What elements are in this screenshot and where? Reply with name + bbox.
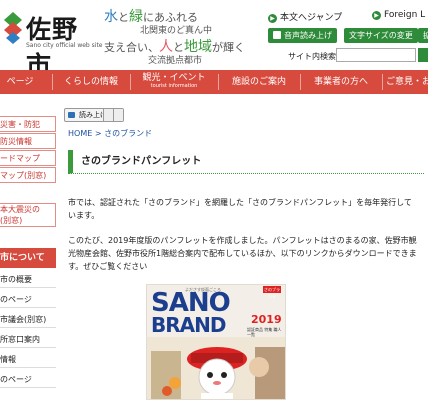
sidebar-item-council[interactable]: 市議会(別窓): [0, 312, 56, 328]
nav-item-facilities[interactable]: 施設のご案内: [222, 70, 296, 94]
main-content: 読み上げる HOME > さのブランド さのブランドパンフレット 市では、認証さ…: [64, 104, 428, 400]
foreign-language-link[interactable]: ▶ Foreign L: [372, 10, 425, 20]
nav-separator: [382, 74, 383, 90]
cover-meta: 認証商品 特集 職人 一覧: [247, 327, 282, 337]
sanomaru-mascot-illustration: [147, 337, 285, 399]
details-paragraph: このたび、2019年度版のパンフレットを作成しました。パンフレットはさのまるの家…: [68, 236, 417, 271]
cover-title-brand: BRAND: [151, 313, 226, 337]
cover-year: 2019: [251, 313, 282, 326]
pause-icon[interactable]: [103, 109, 113, 121]
breadcrumb-separator: >: [94, 129, 102, 138]
city-slogan: 水と緑にあふれる 北関東のど真ん中 支え合い、人と地域が輝く 交流拠点都市: [104, 9, 245, 66]
brochure-cover-image[interactable]: よださす仮面ごころ さのブランド SANO BRAND 2019 認証商品 特集…: [146, 284, 286, 400]
skip-to-content-link[interactable]: ▶ 本文へジャンプ: [268, 10, 342, 23]
logo-subtitle: Sano city official web site: [26, 42, 103, 49]
site-search-input[interactable]: [336, 48, 416, 62]
nav-separator: [52, 74, 53, 90]
arrow-right-icon: ▶: [372, 11, 381, 20]
sidebar-item-counter-guide[interactable]: 所窓口案内: [0, 332, 56, 348]
sidebar: 災害・防犯 防災情報 ードマップ マップ(別窓) 本大震災の (別窓) 市につい…: [0, 100, 56, 400]
sidebar-item-map-window[interactable]: マップ(別窓): [0, 167, 56, 183]
nav-separator: [300, 74, 301, 90]
nav-separator: [130, 74, 131, 90]
sidebar-item-page[interactable]: のページ: [0, 372, 56, 388]
nav-item-tourism[interactable]: 観光・イベント tourist information: [134, 70, 214, 94]
nav-item-business[interactable]: 事業者の方へ: [304, 70, 378, 94]
sidebar-item-earthquake[interactable]: 本大震災の (別窓): [0, 203, 56, 227]
arrow-right-icon: ▶: [268, 14, 277, 23]
breadcrumb-home[interactable]: HOME: [68, 129, 92, 138]
global-nav: ページ くらしの情報 観光・イベント tourist information 施設…: [0, 70, 428, 94]
speaker-icon: [68, 112, 75, 118]
sidebar-item-info[interactable]: 情報: [0, 352, 56, 368]
sidebar-item-bousai[interactable]: 防災情報: [0, 133, 56, 149]
search-button[interactable]: [418, 48, 428, 62]
sidebar-item-disaster[interactable]: 災害・防犯: [0, 116, 56, 132]
sidebar-heading: 市について: [0, 248, 56, 268]
nav-separator: [218, 74, 219, 90]
intro-paragraph: 市では、認証された「さのブランド」を網羅した「さのブランドパンフレット」を毎年発…: [68, 198, 412, 220]
read-aloud-button[interactable]: 読み上げる: [64, 108, 124, 122]
city-emblem-icon: [4, 12, 22, 44]
voice-reading-button[interactable]: 音声読み上げ: [268, 28, 337, 43]
nav-item-living[interactable]: くらしの情報: [56, 70, 126, 94]
stop-icon[interactable]: [113, 109, 123, 121]
nav-item-top[interactable]: ページ: [0, 70, 40, 94]
sidebar-item-mayor[interactable]: のページ: [0, 292, 56, 308]
nav-item-feedback[interactable]: ご意見・お: [386, 70, 428, 94]
cover-badge: さのブランド: [263, 286, 281, 299]
sidebar-item-overview[interactable]: 市の概要: [0, 272, 56, 288]
breadcrumb-current[interactable]: さのブランド: [104, 129, 152, 138]
search-label: サイト内検索: [288, 52, 336, 61]
speaker-icon: [273, 31, 281, 39]
site-logo[interactable]: 佐野市 Sano city official web site: [2, 10, 103, 80]
font-size-button[interactable]: 文字サイズの変更: [344, 28, 418, 43]
site-header: 佐野市 Sano city official web site 水と緑にあふれる…: [0, 0, 428, 80]
sidebar-item-hazard-map[interactable]: ードマップ: [0, 150, 56, 166]
page-title: さのブランドパンフレット: [68, 150, 424, 174]
zoom-button[interactable]: 拡: [418, 28, 428, 43]
breadcrumb: HOME > さのブランド: [68, 128, 152, 139]
